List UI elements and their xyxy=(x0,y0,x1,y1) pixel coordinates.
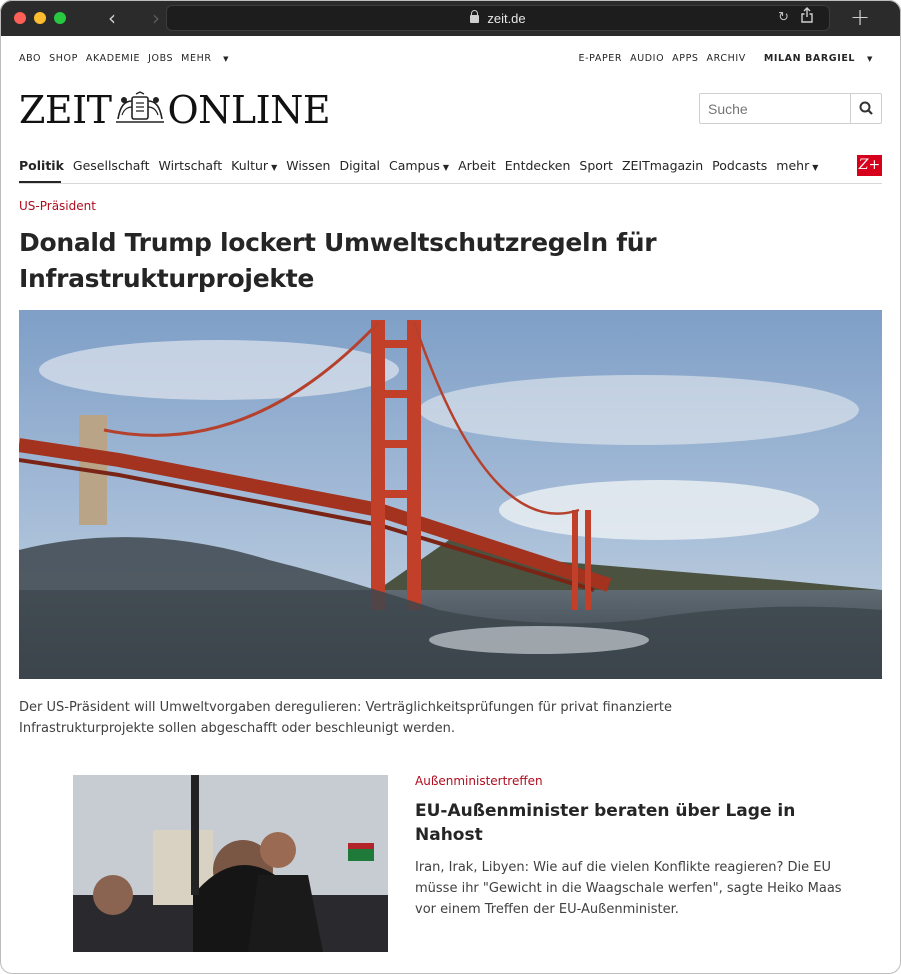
util-link-archiv[interactable]: ARCHIV xyxy=(707,53,746,64)
nav-item-kultur[interactable]: Kultur xyxy=(231,158,268,173)
nav-item-sport[interactable]: Sport xyxy=(579,158,613,173)
crest-icon xyxy=(115,91,164,123)
address-bar[interactable]: zeit.de ↻ xyxy=(166,5,830,31)
forward-icon[interactable]: › xyxy=(152,6,160,30)
nav-item-campus[interactable]: Campus xyxy=(389,158,440,173)
browser-toolbar: ‹ › zeit.de ↻ + xyxy=(0,0,901,36)
util-link-abo[interactable]: ABO xyxy=(19,53,41,64)
close-window-button[interactable] xyxy=(14,12,26,24)
second-article-teaser[interactable]: Iran, Irak, Libyen: Wie auf die vielen K… xyxy=(415,857,845,920)
nav-item-zeitmagazin[interactable]: ZEITmagazin xyxy=(622,158,703,173)
lead-article-teaser[interactable]: Der US-Präsident will Umweltvorgaben der… xyxy=(19,697,679,739)
nav-divider xyxy=(19,183,882,184)
second-article-headline[interactable]: EU-Außenminister beraten über Lage in Na… xyxy=(415,799,835,847)
utility-nav-left: ABO SHOP AKADEMIE JOBS MEHR ▼ xyxy=(19,53,245,64)
nav-item-gesellschaft[interactable]: Gesellschaft xyxy=(73,158,150,173)
new-tab-icon[interactable]: + xyxy=(850,3,870,31)
util-link-akademie[interactable]: AKADEMIE xyxy=(86,53,140,64)
caret-down-icon: ▼ xyxy=(867,55,873,63)
lock-icon xyxy=(470,10,480,23)
url-text: zeit.de xyxy=(487,11,526,26)
caret-down-icon: ▼ xyxy=(812,163,819,172)
lead-article-image[interactable] xyxy=(19,310,882,679)
util-link-jobs[interactable]: JOBS xyxy=(148,53,173,64)
logo-text-left: ZEIT xyxy=(19,88,112,132)
nav-item-wissen[interactable]: Wissen xyxy=(286,158,330,173)
share-icon[interactable] xyxy=(800,7,814,23)
nav-item-arbeit[interactable]: Arbeit xyxy=(458,158,496,173)
nav-item-politik[interactable]: Politik xyxy=(19,158,64,173)
minimize-window-button[interactable] xyxy=(34,12,46,24)
nav-item-entdecken[interactable]: Entdecken xyxy=(505,158,571,173)
reload-icon[interactable]: ↻ xyxy=(778,10,789,25)
util-link-apps[interactable]: APPS xyxy=(672,53,698,64)
utility-nav-right: E-PAPER AUDIO APPS ARCHIV MILAN BARGIEL ▼ xyxy=(579,53,882,64)
nav-item-podcasts[interactable]: Podcasts xyxy=(712,158,767,173)
search-icon xyxy=(859,101,873,115)
second-article-image[interactable] xyxy=(73,775,388,952)
util-link-epaper[interactable]: E-PAPER xyxy=(579,53,623,64)
maximize-window-button[interactable] xyxy=(54,12,66,24)
site-logo[interactable]: ZEIT ONLINE xyxy=(19,88,331,132)
nav-item-mehr[interactable]: mehr xyxy=(776,158,809,173)
user-menu[interactable]: MILAN BARGIEL ▼ xyxy=(764,53,881,64)
zplus-button[interactable]: Z+ xyxy=(857,155,882,176)
caret-down-icon: ▼ xyxy=(223,55,230,63)
nav-item-digital[interactable]: Digital xyxy=(339,158,380,173)
util-link-audio[interactable]: AUDIO xyxy=(630,53,664,64)
util-link-mehr[interactable]: MEHR ▼ xyxy=(181,53,237,64)
util-link-shop[interactable]: SHOP xyxy=(49,53,78,64)
logo-text-right: ONLINE xyxy=(167,88,331,132)
lead-article-headline[interactable]: Donald Trump lockert Umweltschutzregeln … xyxy=(19,225,739,297)
caret-down-icon: ▼ xyxy=(442,163,450,172)
caret-down-icon: ▼ xyxy=(271,163,278,172)
search-input[interactable] xyxy=(708,99,848,119)
main-navigation: Politik Gesellschaft Wirtschaft Kultur ▼ Wiss… xyxy=(19,158,827,182)
lead-article-kicker[interactable]: US-Präsident xyxy=(19,199,96,213)
search-box xyxy=(699,93,882,124)
back-icon[interactable]: ‹ xyxy=(108,6,116,30)
search-button[interactable] xyxy=(850,94,881,123)
nav-item-wirtschaft[interactable]: Wirtschaft xyxy=(158,158,222,173)
second-article-kicker[interactable]: Außenministertreffen xyxy=(415,774,543,788)
